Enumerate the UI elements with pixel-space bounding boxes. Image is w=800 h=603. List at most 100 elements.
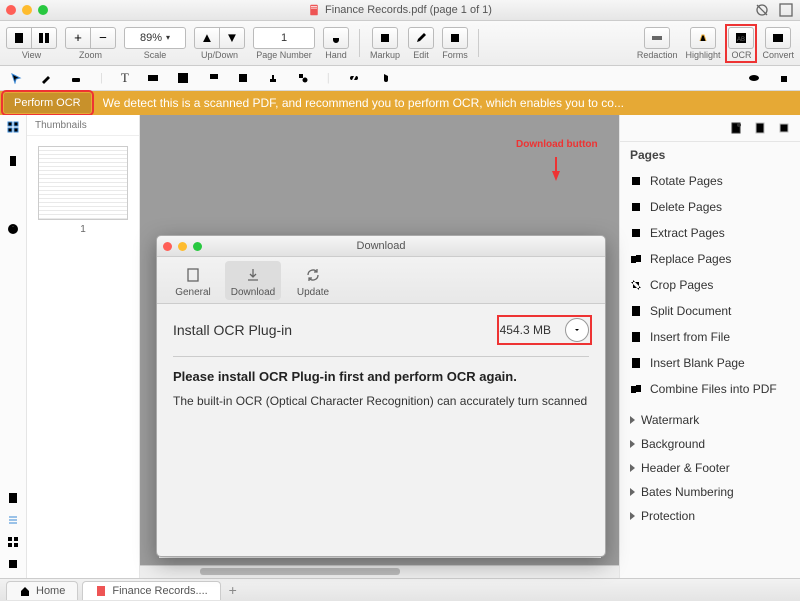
update-tab[interactable]: Update: [285, 261, 341, 300]
eraser-icon[interactable]: [70, 72, 82, 84]
chevron-right-icon: [630, 488, 635, 496]
doc-tab-icon[interactable]: [754, 122, 766, 134]
hand-group: Hand: [323, 27, 349, 60]
annotation-arrow: [552, 171, 560, 181]
hand-label: Hand: [325, 50, 347, 60]
markup-button[interactable]: [372, 27, 398, 49]
plugin-description: The built-in OCR (Optical Character Reco…: [173, 394, 589, 408]
window-titlebar: Finance Records.pdf (page 1 of 1): [0, 0, 800, 21]
edit-button[interactable]: [408, 27, 434, 49]
info-tab-icon[interactable]: [7, 223, 19, 235]
insert-blank-page-item[interactable]: Insert Blank Page: [620, 350, 800, 376]
ocr-button[interactable]: AB: [728, 27, 754, 49]
textbox-icon[interactable]: [147, 72, 159, 84]
updown-group: ▲ ▼ Up/Down: [194, 27, 245, 60]
stamp-icon[interactable]: [267, 72, 279, 84]
download-button[interactable]: [565, 318, 589, 342]
home-tab[interactable]: Home: [6, 581, 78, 600]
plugin-heading: Install OCR Plug-in: [173, 322, 292, 338]
plugin-size: 454.3 MB: [500, 323, 551, 337]
view-two-button[interactable]: [31, 27, 57, 49]
redaction-group: Redaction: [637, 27, 678, 60]
combine-files-item[interactable]: Combine Files into PDF: [620, 376, 800, 402]
link-icon[interactable]: [348, 72, 360, 84]
insert-from-file-item[interactable]: Insert from File: [620, 324, 800, 350]
convert-button[interactable]: [765, 27, 791, 49]
rail-list-icon[interactable]: [7, 514, 19, 526]
shapes-icon[interactable]: [297, 72, 309, 84]
show-hide-icon[interactable]: [748, 72, 760, 84]
svg-text:AB: AB: [737, 37, 745, 43]
cursor-icon[interactable]: [10, 72, 22, 84]
watermark-section[interactable]: Watermark: [620, 408, 800, 432]
area-select-icon[interactable]: [177, 72, 189, 84]
pencil-icon[interactable]: [40, 72, 52, 84]
dialog-title: Download: [157, 240, 605, 252]
page-down-button[interactable]: ▼: [219, 27, 245, 49]
header-footer-section[interactable]: Header & Footer: [620, 456, 800, 480]
page-group: 1 Page Number: [253, 27, 315, 60]
pdf-document-icon: [308, 4, 320, 16]
background-section[interactable]: Background: [620, 432, 800, 456]
page-thumbnail-1[interactable]: [38, 146, 128, 220]
zoom-in-button[interactable]: +: [65, 27, 91, 49]
scale-input[interactable]: 89%▾: [124, 27, 186, 49]
bates-numbering-section[interactable]: Bates Numbering: [620, 480, 800, 504]
text-tool-icon[interactable]: T: [121, 70, 129, 86]
chevron-right-icon: [630, 440, 635, 448]
page-label: Page Number: [256, 50, 312, 60]
scale-group: 89%▾ Scale: [124, 27, 186, 60]
view-single-button[interactable]: [6, 27, 32, 49]
bookmarks-tab-icon[interactable]: [7, 155, 19, 167]
rotate-pages-item[interactable]: Rotate Pages: [620, 168, 800, 194]
pages-tab-icon[interactable]: [730, 122, 742, 134]
new-tab-button[interactable]: +: [225, 582, 241, 598]
pages-header: Pages: [620, 142, 800, 168]
delete-icon[interactable]: [778, 72, 790, 84]
form-tab-icon[interactable]: [778, 122, 790, 134]
forms-button[interactable]: [442, 27, 468, 49]
crop-pages-item[interactable]: Crop Pages: [620, 272, 800, 298]
plugin-instruction: Please install OCR Plug-in first and per…: [173, 369, 589, 384]
horizontal-scrollbar[interactable]: [140, 565, 619, 578]
highlight-button[interactable]: [690, 27, 716, 49]
window-title-text: Finance Records.pdf (page 1 of 1): [325, 4, 492, 16]
highlight-label: Highlight: [685, 50, 720, 60]
download-tab[interactable]: Download: [225, 261, 281, 300]
main-toolbar: View + − Zoom 89%▾ Scale ▲ ▼ Up/Down 1 P…: [0, 21, 800, 66]
page-up-button[interactable]: ▲: [194, 27, 220, 49]
edit-group: Edit: [408, 27, 434, 60]
extract-pages-item[interactable]: Extract Pages: [620, 220, 800, 246]
perform-ocr-button[interactable]: Perform OCR: [4, 93, 91, 113]
protection-section[interactable]: Protection: [620, 504, 800, 528]
rail-grid-icon[interactable]: [7, 536, 19, 548]
chevron-right-icon: [630, 416, 635, 424]
thumbnails-panel: Thumbnails 1: [27, 115, 140, 578]
redaction-button[interactable]: [644, 27, 670, 49]
window-title: Finance Records.pdf (page 1 of 1): [0, 4, 800, 16]
redaction-label: Redaction: [637, 50, 678, 60]
callout-icon[interactable]: [207, 72, 219, 84]
delete-pages-item[interactable]: Delete Pages: [620, 194, 800, 220]
outline-tab-icon[interactable]: [7, 189, 19, 201]
replace-pages-item[interactable]: Replace Pages: [620, 246, 800, 272]
attachment-icon[interactable]: [378, 72, 390, 84]
split-document-item[interactable]: Split Document: [620, 298, 800, 324]
general-tab[interactable]: General: [165, 261, 221, 300]
forms-group: Forms: [442, 27, 468, 60]
document-tab[interactable]: Finance Records....: [82, 581, 220, 600]
ocr-group: AB OCR: [728, 27, 754, 60]
markup-label: Markup: [370, 50, 400, 60]
rail-doc-icon[interactable]: [7, 492, 19, 504]
zoom-out-button[interactable]: −: [90, 27, 116, 49]
rail-book-icon[interactable]: [7, 558, 19, 570]
convert-group: Convert: [762, 27, 794, 60]
page-number-input[interactable]: 1: [253, 27, 315, 49]
highlight-group: Highlight: [685, 27, 720, 60]
zoom-label: Zoom: [79, 50, 102, 60]
left-icon-rail: [0, 115, 27, 578]
note-icon[interactable]: [237, 72, 249, 84]
hand-button[interactable]: [323, 27, 349, 49]
status-bar: Home Finance Records.... +: [0, 578, 800, 601]
thumbnails-tab-icon[interactable]: [7, 121, 19, 133]
